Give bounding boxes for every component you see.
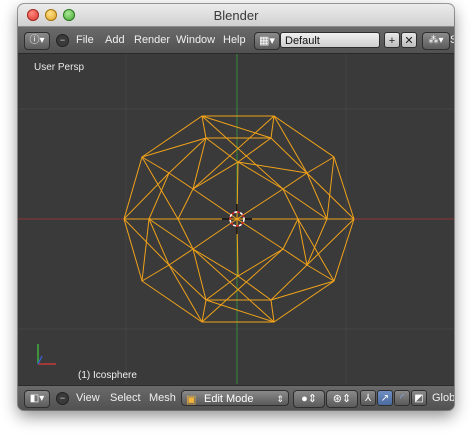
solid-shading-icon: ●⇕ bbox=[301, 393, 317, 405]
rotate-icon: ◜ bbox=[400, 393, 404, 404]
blender-window: Blender ⓘ▾ − File Add Render Window Help… bbox=[18, 4, 454, 410]
close-icon: ✕ bbox=[404, 35, 414, 47]
viewport-shading-selector[interactable]: ●⇕ bbox=[293, 390, 325, 408]
active-object-label: (1) Icosphere bbox=[78, 370, 137, 381]
layout-grid-icon: ▦▾ bbox=[259, 35, 275, 47]
menu-add[interactable]: Add bbox=[105, 27, 125, 53]
menu-window[interactable]: Window bbox=[176, 27, 215, 53]
rotate-manipulator-button[interactable]: ◜ bbox=[394, 390, 410, 406]
menu-render[interactable]: Render bbox=[134, 27, 170, 53]
scale-icon: ◩ bbox=[414, 393, 424, 404]
delete-layout-button[interactable]: ✕ bbox=[401, 32, 417, 48]
edit-mode-icon: ▣ bbox=[186, 394, 197, 406]
scene-icon: ⁂▾ bbox=[428, 35, 444, 46]
mode-label: Edit Mode bbox=[204, 393, 254, 405]
3d-viewport[interactable]: User Persp (1) Icosphere bbox=[18, 54, 454, 384]
info-icon: ⓘ▾ bbox=[29, 35, 45, 46]
icosphere-mesh[interactable] bbox=[123, 115, 355, 323]
editor-type-button-3d[interactable]: ◧▾ bbox=[24, 390, 50, 408]
plus-icon: + bbox=[388, 35, 396, 47]
manipulator-toggle[interactable]: ⅄ bbox=[360, 390, 376, 406]
view-label: User Persp bbox=[34, 62, 85, 73]
pivot-icon: ⊛⇕ bbox=[332, 393, 352, 405]
menu-mesh[interactable]: Mesh bbox=[149, 386, 176, 410]
3d-view-header: ◧▾ − View Select Mesh ▣ Edit Mode ⇕ ●⇕ ⊛… bbox=[18, 385, 454, 410]
scene-button[interactable]: ⁂▾ bbox=[422, 32, 450, 50]
viewport-canvas[interactable] bbox=[18, 54, 454, 384]
updown-arrows-icon: ⇕ bbox=[276, 394, 284, 404]
menu-view[interactable]: View bbox=[76, 386, 100, 410]
transform-orientation-field[interactable]: Globa bbox=[432, 386, 454, 410]
info-header: ⓘ▾ − File Add Render Window Help ▦▾ Defa… bbox=[18, 27, 454, 54]
manipulator-icon: ⅄ bbox=[364, 393, 372, 404]
translate-manipulator-button[interactable]: ↗ bbox=[377, 390, 393, 406]
cube-icon: ◧▾ bbox=[29, 393, 45, 404]
pivot-point-selector[interactable]: ⊛⇕ bbox=[326, 390, 358, 408]
menu-select[interactable]: Select bbox=[110, 386, 141, 410]
editor-type-button[interactable]: ⓘ▾ bbox=[24, 32, 50, 50]
menu-help[interactable]: Help bbox=[223, 27, 246, 53]
scene-field[interactable]: S bbox=[450, 27, 454, 53]
scale-manipulator-button[interactable]: ◩ bbox=[411, 390, 427, 406]
screen-layout-field[interactable]: Default bbox=[280, 32, 380, 48]
mode-selector[interactable]: ▣ Edit Mode ⇕ bbox=[181, 390, 289, 406]
arrow-icon: ↗ bbox=[380, 393, 390, 404]
screen-layout-button[interactable]: ▦▾ bbox=[254, 32, 280, 50]
titlebar: Blender bbox=[18, 4, 454, 27]
collapse-menu-icon-3d[interactable]: − bbox=[56, 392, 69, 405]
add-layout-button[interactable]: + bbox=[384, 32, 400, 48]
axis-gizmo bbox=[37, 344, 56, 365]
window-title: Blender bbox=[213, 8, 259, 23]
menu-file[interactable]: File bbox=[76, 27, 94, 53]
collapse-menu-icon[interactable]: − bbox=[56, 34, 69, 47]
